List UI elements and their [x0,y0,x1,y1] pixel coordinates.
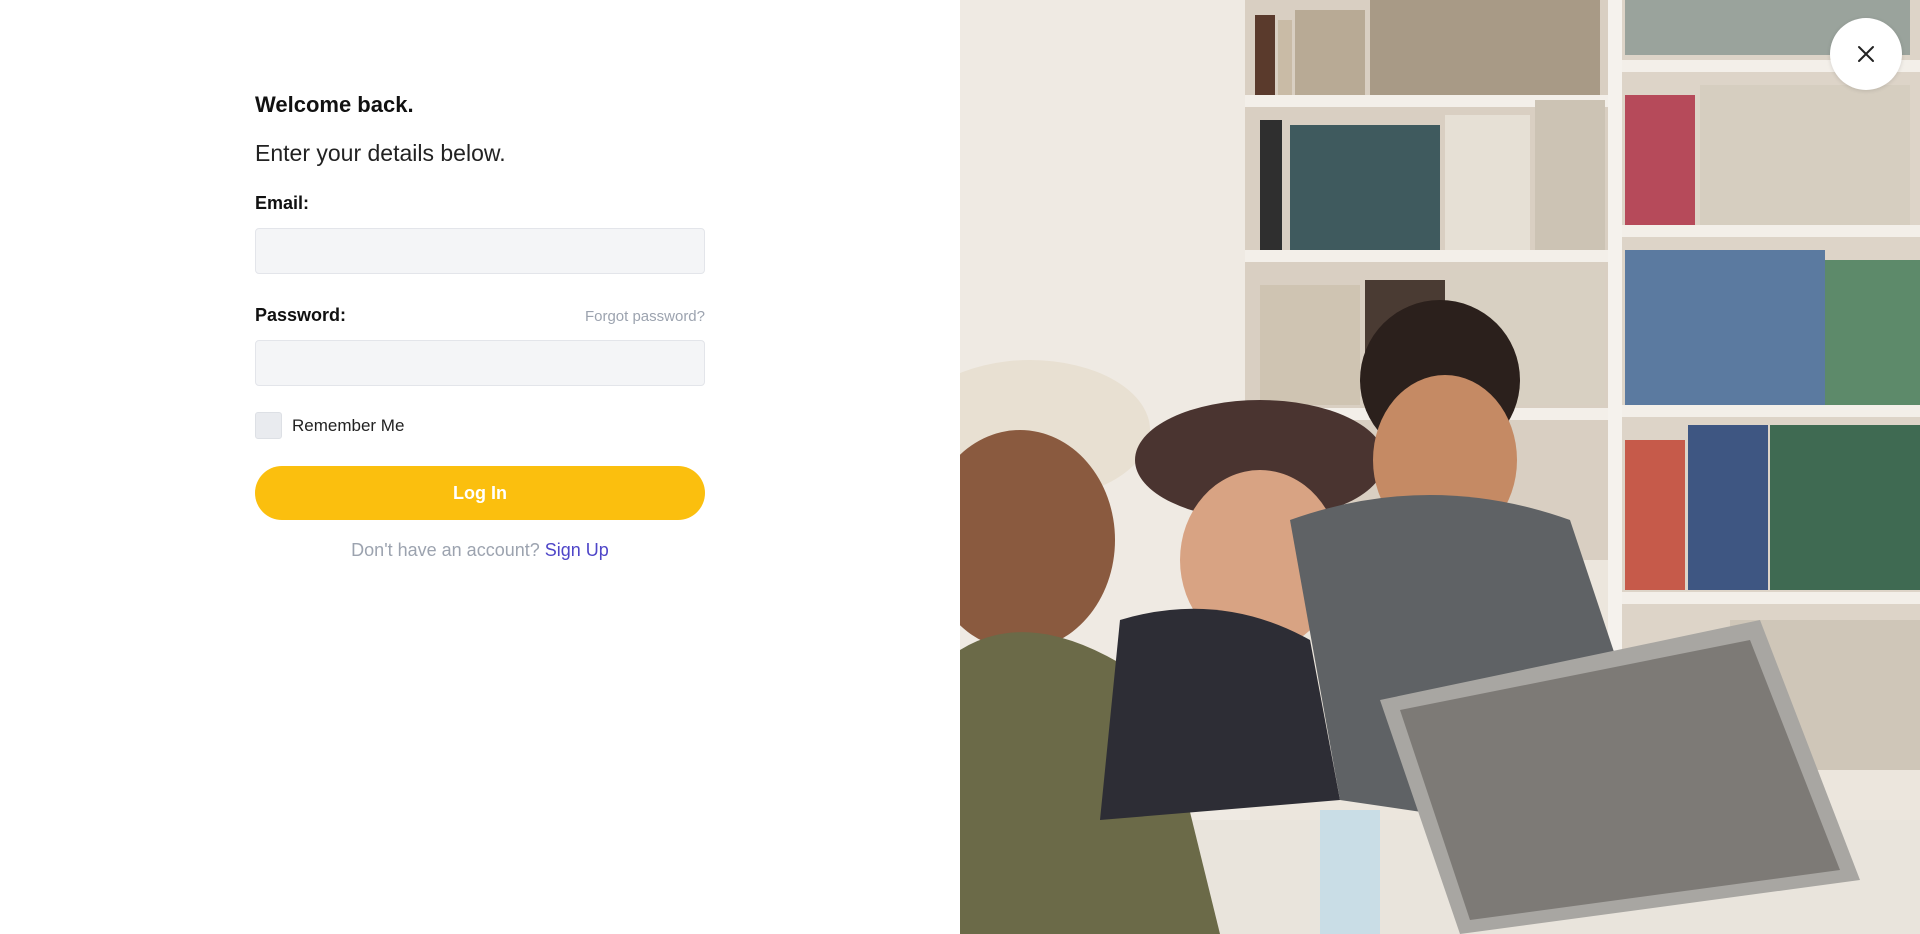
remember-me-label: Remember Me [292,415,405,435]
email-label-row: Email: [255,190,705,216]
hero-image [960,0,1920,934]
remember-me-checkbox[interactable] [255,412,282,439]
hero-photo-illustration [960,0,1920,934]
welcome-heading: Welcome back. [255,92,414,117]
forgot-password-link[interactable]: Forgot password? [585,308,705,325]
password-input[interactable] [255,340,705,386]
signup-prompt: Don't have an account? [351,540,540,560]
signup-link[interactable]: Sign Up [545,540,609,560]
signup-row: Don't have an account? Sign Up [255,540,705,561]
close-icon [1858,46,1874,62]
login-button[interactable]: Log In [255,466,705,520]
remember-me-row[interactable]: Remember Me [255,412,705,439]
email-input[interactable] [255,228,705,274]
login-panel: Welcome back. Enter your details below. … [0,0,960,934]
email-label: Email: [255,193,310,213]
login-form: Welcome back. Enter your details below. … [255,88,705,561]
password-label: Password: [255,305,347,325]
login-subtitle: Enter your details below. [255,140,506,166]
password-label-row: Password: Forgot password? [255,302,705,328]
close-button[interactable] [1830,18,1902,90]
